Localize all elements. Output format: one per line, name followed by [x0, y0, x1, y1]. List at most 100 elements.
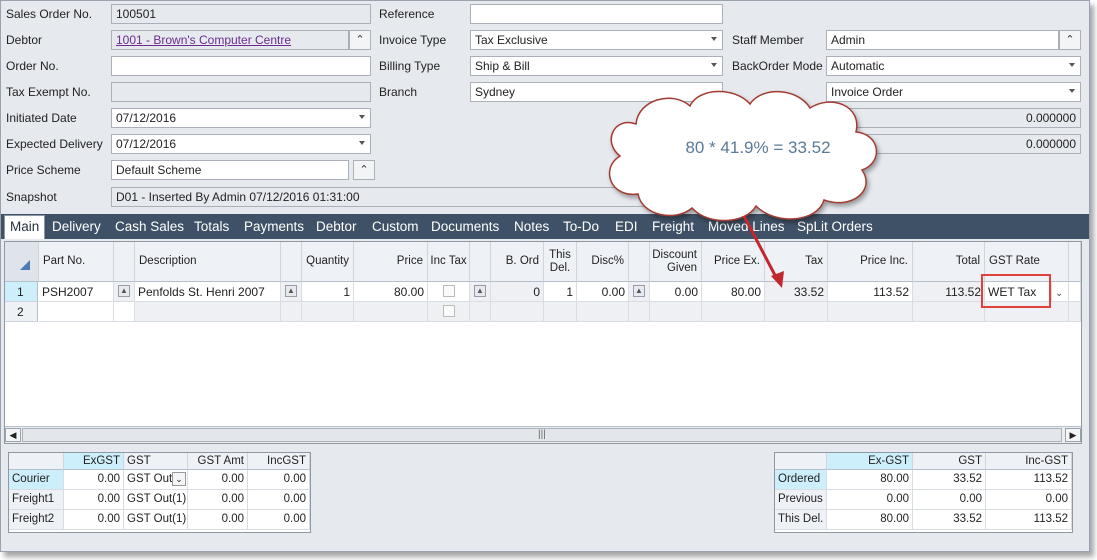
part-lookup-cell[interactable] — [114, 302, 135, 322]
staff-member-field[interactable]: Admin — [826, 30, 1059, 50]
chevron-down-icon[interactable]: ⌄ — [172, 472, 186, 486]
tab-todo[interactable]: To-Do — [563, 219, 599, 234]
totals-cell-exgst: 80.00 — [827, 510, 913, 530]
tab-documents[interactable]: Documents — [431, 219, 499, 234]
totals-table: Ex-GST GST Inc-GST Ordered 80.00 33.52 1… — [774, 452, 1073, 533]
staff-lookup-button[interactable]: ⌃ — [1059, 30, 1081, 50]
totals-cell-gst: 33.52 — [913, 510, 986, 530]
totals-col-exgst: Ex-GST — [827, 453, 913, 470]
cell-part-no[interactable] — [39, 302, 114, 322]
freight-cell-exgst[interactable]: 0.00 — [64, 490, 124, 510]
col-part-lookup — [114, 242, 135, 282]
inc-lookup-cell[interactable]: ▲ — [470, 282, 491, 302]
cell-this-del[interactable] — [544, 302, 577, 322]
inc-tax-checkbox[interactable] — [443, 285, 455, 297]
tab-notes[interactable]: Notes — [514, 219, 549, 234]
scrollbar-thumb[interactable]: ||| — [22, 428, 1062, 442]
cell-description[interactable] — [135, 302, 281, 322]
cell-disc-percent[interactable] — [577, 302, 629, 322]
debtor-lookup-button[interactable]: ⌃ — [349, 30, 371, 50]
price-scheme-field[interactable]: Default Scheme — [111, 160, 349, 180]
caret-up-icon[interactable]: ▲ — [474, 285, 486, 297]
invoice-type-select[interactable]: Tax Exclusive — [470, 30, 723, 50]
desc-lookup-cell[interactable]: ▲ — [281, 282, 302, 302]
cell-price[interactable] — [354, 302, 428, 322]
caret-up-icon[interactable]: ▲ — [118, 285, 130, 297]
row-number[interactable]: 2 — [5, 302, 38, 322]
row-number[interactable]: 1 — [5, 282, 38, 302]
freight-cell-gst-amt: 0.00 — [188, 490, 248, 510]
order-no-label: Order No. — [6, 59, 59, 73]
cell-quantity[interactable] — [302, 302, 354, 322]
tab-custom[interactable]: Custom — [372, 219, 419, 234]
chevron-down-icon: ⌄ — [1055, 288, 1064, 299]
cell-price[interactable]: 80.00 — [354, 282, 428, 302]
tab-delivery[interactable]: Delivery — [52, 219, 101, 234]
cell-price-ex[interactable] — [702, 302, 765, 322]
reference-field[interactable] — [470, 4, 723, 24]
disc-lookup-cell[interactable] — [629, 302, 650, 322]
cell-extra — [1069, 302, 1081, 322]
scroll-left-button[interactable]: ◀ — [5, 428, 21, 442]
gst-rate-dropdown-button[interactable]: ⌄ — [1052, 282, 1069, 302]
scroll-right-button[interactable]: ▶ — [1065, 428, 1081, 442]
cell-part-no[interactable]: PSH2007 — [39, 282, 114, 302]
tab-payments[interactable]: Payments — [244, 219, 304, 234]
chevron-up-icon: ⌃ — [355, 34, 365, 46]
staff-member-label: Staff Member — [732, 33, 804, 47]
initiated-date-picker[interactable]: 07/12/2016 — [111, 108, 371, 128]
tab-totals[interactable]: Totals — [194, 219, 229, 234]
debtor-label: Debtor — [6, 33, 43, 47]
freight-gst-select[interactable]: GST Out ⌄ — [124, 470, 188, 490]
col-this-del[interactable]: This Del. — [544, 242, 577, 282]
totals-cell-incgst: 0.00 — [986, 490, 1072, 510]
col-quantity[interactable]: Quantity — [302, 242, 354, 282]
debtor-link[interactable]: 1001 - Brown's Computer Centre — [111, 30, 349, 50]
tab-cash-sales[interactable]: Cash Sales — [115, 219, 184, 234]
inc-lookup-cell[interactable] — [470, 302, 491, 322]
cell-description[interactable]: Penfolds St. Henri 2007 — [135, 282, 281, 302]
price-scheme-lookup-button[interactable]: ⌃ — [353, 160, 375, 180]
tab-main[interactable]: Main — [4, 215, 46, 239]
col-desc-lookup — [281, 242, 302, 282]
col-price[interactable]: Price — [354, 242, 428, 282]
cell-discount-given[interactable] — [650, 302, 702, 322]
freight-cell-exgst[interactable]: 0.00 — [64, 510, 124, 530]
freight-cell-gst[interactable]: GST Out(1) — [124, 510, 188, 530]
col-inc-tax[interactable]: Inc Tax — [428, 242, 470, 282]
col-back-order[interactable]: B. Ord — [491, 242, 544, 282]
col-description[interactable]: Description — [135, 242, 281, 282]
freight-col-exgst: ExGST — [64, 453, 124, 470]
totals-cell-exgst: 0.00 — [827, 490, 913, 510]
freight-table: ExGST GST GST Amt IncGST Courier 0.00 GS… — [8, 452, 311, 533]
chevron-up-icon: ⌃ — [359, 164, 369, 176]
col-inc-lookup — [470, 242, 491, 282]
freight-cell-incgst: 0.00 — [248, 510, 310, 530]
cell-this-del[interactable]: 1 — [544, 282, 577, 302]
sales-order-field[interactable]: 100501 — [111, 4, 371, 24]
cell-inc-tax[interactable] — [428, 302, 470, 322]
tab-debtor[interactable]: Debtor — [316, 219, 357, 234]
cell-price-inc[interactable] — [828, 302, 913, 322]
cell-inc-tax[interactable] — [428, 282, 470, 302]
billing-type-select[interactable]: Ship & Bill — [470, 56, 723, 76]
caret-up-icon[interactable]: ▲ — [285, 285, 297, 297]
order-no-field[interactable] — [111, 56, 371, 76]
backorder-mode-select[interactable]: Automatic — [826, 56, 1081, 76]
totals-cell-incgst: 113.52 — [986, 510, 1072, 530]
freight-cell-gst[interactable]: GST Out(1) — [124, 490, 188, 510]
part-lookup-cell[interactable]: ▲ — [114, 282, 135, 302]
col-part-no[interactable]: Part No. — [39, 242, 114, 282]
grid-corner — [5, 242, 39, 282]
col-extra — [1069, 242, 1081, 282]
cell-total — [913, 302, 985, 322]
freight-cell-exgst[interactable]: 0.00 — [64, 470, 124, 490]
expected-delivery-picker[interactable]: 07/12/2016 — [111, 134, 371, 154]
horizontal-scrollbar[interactable]: ◀ ||| ▶ — [5, 426, 1081, 443]
tax-exempt-field[interactable] — [111, 82, 371, 102]
totals-col-incgst: Inc-GST — [986, 453, 1072, 470]
sales-order-window: Sales Order No. 100501 Debtor 1001 - Bro… — [0, 0, 1090, 552]
cell-quantity[interactable]: 1 — [302, 282, 354, 302]
desc-lookup-cell[interactable] — [281, 302, 302, 322]
inc-tax-checkbox[interactable] — [443, 305, 455, 317]
